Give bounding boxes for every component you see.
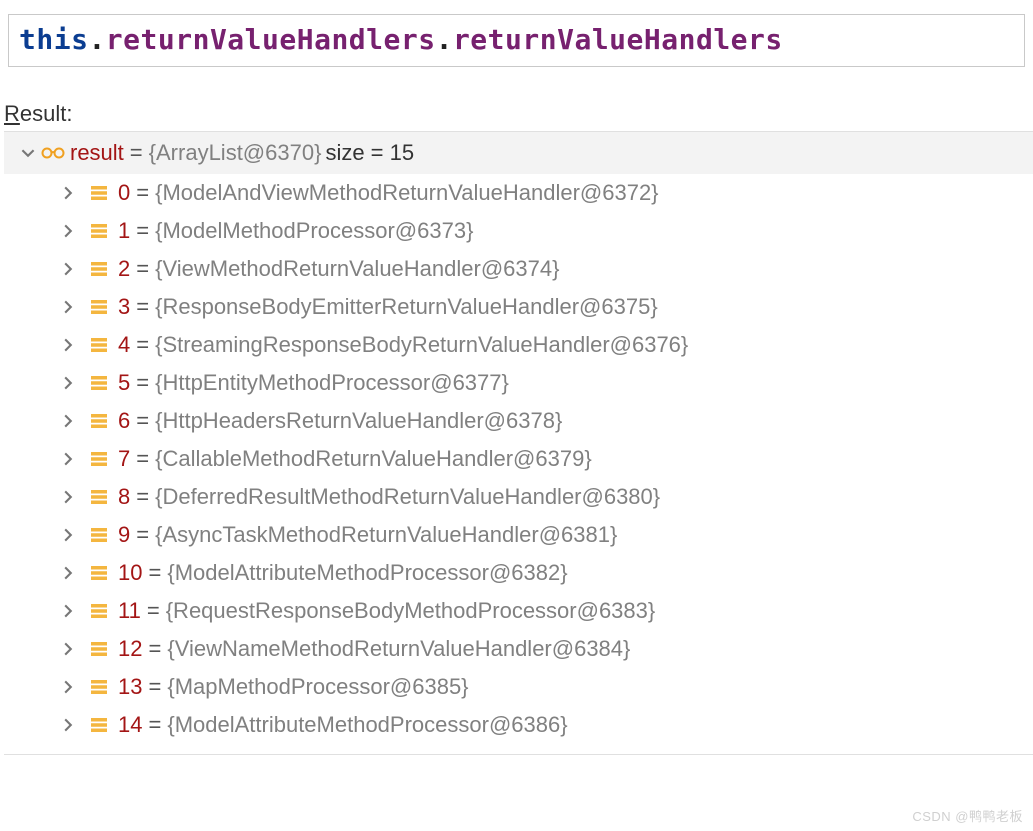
item-index: 11 <box>118 598 141 624</box>
list-item[interactable]: 3 = {ResponseBodyEmitterReturnValueHandl… <box>4 288 1033 326</box>
chevron-right-icon[interactable] <box>58 186 78 200</box>
item-index: 7 <box>118 446 130 472</box>
result-tree: result = {ArrayList@6370} size = 15 0 = … <box>4 131 1033 755</box>
list-item[interactable]: 4 = {StreamingResponseBodyReturnValueHan… <box>4 326 1033 364</box>
list-item[interactable]: 12 = {ViewNameMethodReturnValueHandler@6… <box>4 630 1033 668</box>
item-value: {RequestResponseBodyMethodProcessor@6383… <box>166 598 656 624</box>
list-item[interactable]: 14 = {ModelAttributeMethodProcessor@6386… <box>4 706 1033 744</box>
chevron-right-icon[interactable] <box>58 680 78 694</box>
item-index: 4 <box>118 332 130 358</box>
array-element-icon <box>90 717 108 733</box>
chevron-right-icon[interactable] <box>58 414 78 428</box>
result-size: size = 15 <box>325 140 414 166</box>
array-element-icon <box>90 565 108 581</box>
chevron-right-icon[interactable] <box>58 224 78 238</box>
chevron-right-icon[interactable] <box>58 642 78 656</box>
result-root-row[interactable]: result = {ArrayList@6370} size = 15 <box>4 132 1033 174</box>
chevron-right-icon[interactable] <box>58 338 78 352</box>
watermark-text: CSDN @鸭鸭老板 <box>912 806 1023 825</box>
item-index: 0 <box>118 180 130 206</box>
chevron-right-icon[interactable] <box>58 376 78 390</box>
item-value: {AsyncTaskMethodReturnValueHandler@6381} <box>155 522 617 548</box>
item-index: 13 <box>118 674 142 700</box>
array-element-icon <box>90 185 108 201</box>
list-item[interactable]: 6 = {HttpHeadersReturnValueHandler@6378} <box>4 402 1033 440</box>
chevron-right-icon[interactable] <box>58 490 78 504</box>
array-element-icon <box>90 641 108 657</box>
chevron-down-icon[interactable] <box>18 146 38 160</box>
list-item[interactable]: 1 = {ModelMethodProcessor@6373} <box>4 212 1033 250</box>
chevron-right-icon[interactable] <box>58 566 78 580</box>
array-element-icon <box>90 527 108 543</box>
item-value: {CallableMethodReturnValueHandler@6379} <box>155 446 592 472</box>
item-index: 9 <box>118 522 130 548</box>
chevron-right-icon[interactable] <box>58 300 78 314</box>
item-value: {ModelAttributeMethodProcessor@6386} <box>167 712 567 738</box>
result-type: {ArrayList@6370} <box>149 140 322 166</box>
array-element-icon <box>90 679 108 695</box>
expression-chain-2: returnValueHandlers <box>453 23 783 56</box>
array-element-icon <box>90 261 108 277</box>
chevron-right-icon[interactable] <box>58 452 78 466</box>
chevron-right-icon[interactable] <box>58 262 78 276</box>
item-value: {StreamingResponseBodyReturnValueHandler… <box>155 332 688 358</box>
list-item[interactable]: 0 = {ModelAndViewMethodReturnValueHandle… <box>4 174 1033 212</box>
chevron-right-icon[interactable] <box>58 604 78 618</box>
result-var-name: result <box>70 140 124 166</box>
list-item[interactable]: 5 = {HttpEntityMethodProcessor@6377} <box>4 364 1033 402</box>
item-value: {HttpHeadersReturnValueHandler@6378} <box>155 408 562 434</box>
item-value: {ModelAndViewMethodReturnValueHandler@63… <box>155 180 658 206</box>
result-section-label: Result: <box>4 101 1033 127</box>
list-item[interactable]: 8 = {DeferredResultMethodReturnValueHand… <box>4 478 1033 516</box>
item-value: {HttpEntityMethodProcessor@6377} <box>155 370 509 396</box>
item-index: 10 <box>118 560 142 586</box>
array-element-icon <box>90 223 108 239</box>
list-item[interactable]: 9 = {AsyncTaskMethodReturnValueHandler@6… <box>4 516 1033 554</box>
array-element-icon <box>90 299 108 315</box>
array-element-icon <box>90 375 108 391</box>
array-element-icon <box>90 489 108 505</box>
list-item[interactable]: 13 = {MapMethodProcessor@6385} <box>4 668 1033 706</box>
array-element-icon <box>90 337 108 353</box>
expression-input[interactable]: this.returnValueHandlers.returnValueHand… <box>8 14 1025 67</box>
item-value: {DeferredResultMethodReturnValueHandler@… <box>155 484 660 510</box>
item-value: {ViewMethodReturnValueHandler@6374} <box>155 256 559 282</box>
item-value: {ResponseBodyEmitterReturnValueHandler@6… <box>155 294 658 320</box>
item-value: {MapMethodProcessor@6385} <box>167 674 468 700</box>
item-value: {ModelAttributeMethodProcessor@6382} <box>167 560 567 586</box>
item-index: 12 <box>118 636 142 662</box>
list-item[interactable]: 2 = {ViewMethodReturnValueHandler@6374} <box>4 250 1033 288</box>
chevron-right-icon[interactable] <box>58 718 78 732</box>
list-item[interactable]: 7 = {CallableMethodReturnValueHandler@63… <box>4 440 1033 478</box>
item-index: 3 <box>118 294 130 320</box>
array-element-icon <box>90 603 108 619</box>
array-element-icon <box>90 413 108 429</box>
list-item[interactable]: 11 = {RequestResponseBodyMethodProcessor… <box>4 592 1033 630</box>
array-element-icon <box>90 451 108 467</box>
item-index: 2 <box>118 256 130 282</box>
item-value: {ViewNameMethodReturnValueHandler@6384} <box>167 636 630 662</box>
item-value: {ModelMethodProcessor@6373} <box>155 218 473 244</box>
expression-chain-1: returnValueHandlers <box>106 23 436 56</box>
watch-glasses-icon <box>40 145 66 161</box>
expression-text: this.returnValueHandlers.returnValueHand… <box>19 23 783 56</box>
item-index: 14 <box>118 712 142 738</box>
expression-keyword: this <box>19 23 88 56</box>
item-index: 6 <box>118 408 130 434</box>
list-item[interactable]: 10 = {ModelAttributeMethodProcessor@6382… <box>4 554 1033 592</box>
item-index: 8 <box>118 484 130 510</box>
item-index: 5 <box>118 370 130 396</box>
item-index: 1 <box>118 218 130 244</box>
chevron-right-icon[interactable] <box>58 528 78 542</box>
